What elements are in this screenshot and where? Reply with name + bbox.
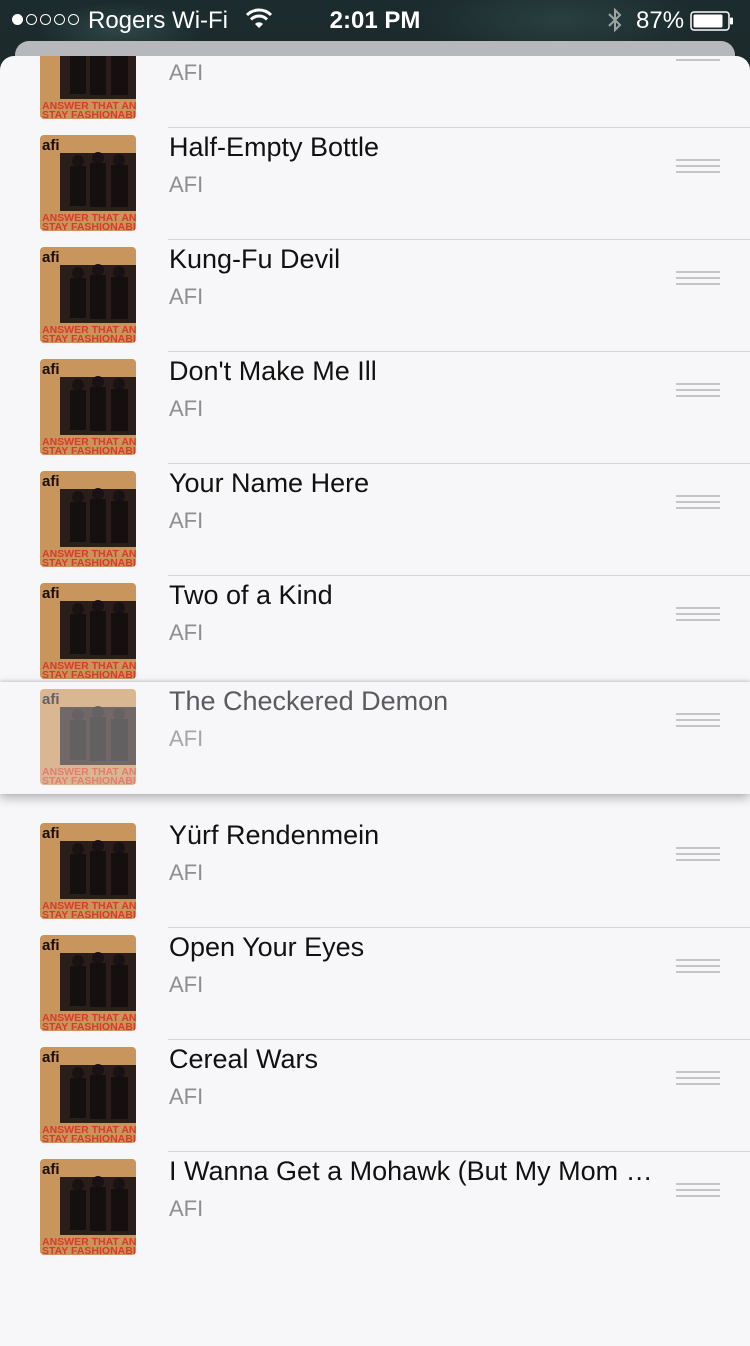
reorder-handle-icon[interactable]: [676, 271, 720, 287]
dragging-queue-row[interactable]: afi ANSWER THAT AND STAY FASHIONABLE The C…: [0, 682, 750, 794]
album-art: afiANSWER THAT ANDSTAY FASHIONABLE: [40, 583, 136, 679]
album-art: afiANSWER THAT ANDSTAY FASHIONABLE: [40, 689, 136, 785]
artist-name: AFI: [169, 508, 204, 533]
reorder-handle-icon[interactable]: [676, 495, 720, 511]
svg-text:STAY FASHIONABLE: STAY FASHIONABLE: [42, 221, 136, 231]
album-art: afiANSWER THAT ANDSTAY FASHIONABLE: [40, 935, 136, 1031]
album-art: afiANSWER THAT ANDSTAY FASHIONABLE: [40, 135, 136, 231]
svg-text:STAY FASHIONABLE: STAY FASHIONABLE: [42, 1021, 136, 1031]
song-title: Kung-Fu Devil: [169, 244, 341, 274]
song-title: Don't Make Me Ill: [169, 356, 377, 386]
svg-text:afi: afi: [42, 137, 60, 154]
album-art: afiANSWER THAT ANDSTAY FASHIONABLE: [40, 56, 136, 119]
album-art: afiANSWER THAT ANDSTAY FASHIONABLE: [40, 359, 136, 455]
svg-text:STAY FASHIONABLE: STAY FASHIONABLE: [42, 1133, 136, 1143]
artist-name: AFI: [169, 1196, 204, 1221]
svg-text:afi: afi: [42, 691, 60, 708]
song-title: Open Your Eyes: [169, 932, 365, 962]
artist-name: AFI: [169, 172, 204, 197]
svg-text:afi: afi: [42, 249, 60, 266]
song-title: Yürf Rendenmein: [169, 820, 380, 850]
status-bar: Rogers Wi-Fi 2:01 PM 87%: [0, 0, 750, 40]
artist-name: AFI: [169, 726, 204, 751]
reorder-handle-icon[interactable]: [676, 159, 720, 175]
svg-text:STAY FASHIONABLE: STAY FASHIONABLE: [42, 909, 136, 919]
reorder-handle-icon[interactable]: [676, 1071, 720, 1087]
album-art: afiANSWER THAT ANDSTAY FASHIONABLE: [40, 247, 136, 343]
svg-text:STAY FASHIONABLE: STAY FASHIONABLE: [42, 1245, 136, 1255]
song-title: Half-Empty Bottle: [169, 132, 380, 162]
queue-row[interactable]: afi ANSWER THAT AND STAY FASHIONABLE Your N…: [0, 464, 750, 576]
reorder-handle-icon[interactable]: [676, 847, 720, 863]
queue-row[interactable]: afi ANSWER THAT AND STAY FASHIONABLE Kung-F…: [0, 240, 750, 352]
svg-text:STAY FASHIONABLE: STAY FASHIONABLE: [42, 445, 136, 455]
svg-text:afi: afi: [42, 361, 60, 378]
queue-row[interactable]: afi ANSWER THAT AND STAY FASHIONABLE Don't …: [0, 352, 750, 464]
song-title: The Checkered Demon: [169, 686, 449, 716]
svg-text:afi: afi: [42, 825, 60, 842]
battery-icon: [690, 11, 733, 31]
svg-text:afi: afi: [42, 1161, 60, 1178]
svg-text:afi: afi: [42, 937, 60, 954]
reorder-handle-icon[interactable]: [676, 56, 720, 63]
queue-row[interactable]: afi ANSWER THAT AND STAY FASHIONABLE Open Y…: [0, 928, 750, 1040]
queue-row[interactable]: afi ANSWER THAT AND STAY FASHIONABLE I Wann…: [0, 1152, 750, 1264]
artist-name: AFI: [169, 284, 204, 309]
album-art: afiANSWER THAT ANDSTAY FASHIONABLE: [40, 1159, 136, 1255]
artist-name: AFI: [169, 60, 204, 85]
svg-text:afi: afi: [42, 473, 60, 490]
artist-name: AFI: [169, 620, 204, 645]
reorder-handle-icon[interactable]: [676, 607, 720, 623]
svg-text:STAY FASHIONABLE: STAY FASHIONABLE: [42, 557, 136, 567]
svg-text:afi: afi: [42, 1049, 60, 1066]
artist-name: AFI: [169, 860, 204, 885]
song-title: I Wanna Get a Mohawk (But My Mom Won't L…: [169, 1156, 669, 1186]
artist-name: AFI: [169, 972, 204, 997]
artist-name: AFI: [169, 1084, 204, 1109]
queue-row[interactable]: afi ANSWER THAT AND STAY FASHIONABLE Two of…: [0, 576, 750, 688]
battery-percentage: 87%: [636, 7, 685, 34]
reorder-handle-icon[interactable]: [676, 959, 720, 975]
song-title: Your Name Here: [169, 468, 370, 498]
artist-name: AFI: [169, 396, 204, 421]
reorder-handle-icon[interactable]: [676, 1183, 720, 1199]
bluetooth-icon: [608, 7, 622, 33]
reorder-handle-icon[interactable]: [676, 713, 720, 729]
queue-row[interactable]: afi ANSWER THAT AND STAY FASHIONABLE Half-E…: [0, 128, 750, 240]
queue-row[interactable]: afiANSWER THAT ANDSTAY FASHIONABLENy-Qui…: [0, 56, 750, 128]
album-art: afiANSWER THAT ANDSTAY FASHIONABLE: [40, 823, 136, 919]
svg-text:STAY FASHIONABLE: STAY FASHIONABLE: [42, 669, 136, 679]
reorder-handle-icon[interactable]: [676, 383, 720, 399]
album-art: afiANSWER THAT ANDSTAY FASHIONABLE: [40, 471, 136, 567]
svg-text:STAY FASHIONABLE: STAY FASHIONABLE: [42, 109, 136, 119]
queue-row[interactable]: afi ANSWER THAT AND STAY FASHIONABLE Yürf R…: [0, 816, 750, 928]
album-art: afiANSWER THAT ANDSTAY FASHIONABLE: [40, 1047, 136, 1143]
svg-text:afi: afi: [42, 585, 60, 602]
song-title: Two of a Kind: [169, 580, 333, 610]
song-title: Cereal Wars: [169, 1044, 319, 1074]
queue-row[interactable]: afi ANSWER THAT AND STAY FASHIONABLE Cereal…: [0, 1040, 750, 1152]
svg-text:STAY FASHIONABLE: STAY FASHIONABLE: [42, 775, 136, 785]
svg-text:STAY FASHIONABLE: STAY FASHIONABLE: [42, 333, 136, 343]
